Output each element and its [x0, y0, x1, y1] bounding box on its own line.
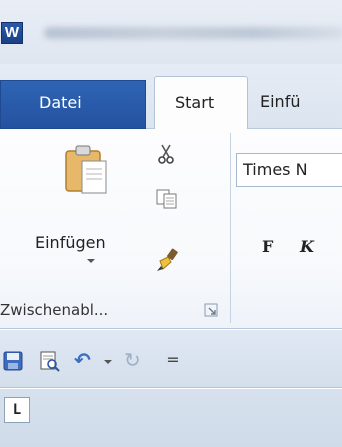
ribbon-tab-row: Datei Start Einfü: [0, 64, 342, 130]
tab-file-label: Datei: [39, 93, 82, 112]
redo-icon[interactable]: ↻: [124, 350, 146, 372]
undo-dropdown-icon[interactable]: [104, 360, 112, 364]
quick-access-toolbar: ↶ ↻ =: [0, 330, 342, 388]
tab-start[interactable]: Start: [154, 76, 248, 130]
clipboard-group-label: Zwischenabl...: [0, 301, 109, 319]
font-name-combobox[interactable]: Times N: [236, 153, 342, 187]
tab-start-label: Start: [175, 93, 215, 112]
ribbon-home: Einfügen Times N F K Zwischenabl...: [0, 129, 342, 329]
cut-icon[interactable]: [156, 143, 176, 165]
undo-icon[interactable]: ↶: [74, 350, 96, 372]
word-app-icon[interactable]: W: [1, 22, 23, 44]
tab-file[interactable]: Datei: [0, 80, 146, 129]
paste-dropdown-icon[interactable]: [87, 259, 95, 263]
tab-insert[interactable]: Einfü: [260, 92, 300, 111]
copy-icon[interactable]: [156, 189, 178, 209]
paste-icon[interactable]: [64, 143, 108, 195]
dialog-launcher-icon[interactable]: [204, 303, 218, 317]
title-bar: W: [0, 0, 342, 64]
customize-toolbar-icon[interactable]: =: [162, 350, 184, 372]
paste-button-label[interactable]: Einfügen: [35, 233, 106, 252]
ruler-area: L: [0, 389, 342, 447]
italic-button[interactable]: K: [300, 237, 314, 256]
bold-button[interactable]: F: [262, 237, 273, 256]
format-painter-icon[interactable]: [154, 247, 180, 273]
blurred-window-title: [44, 27, 342, 39]
font-name-value: Times N: [243, 160, 308, 179]
group-divider: [230, 133, 231, 323]
save-icon[interactable]: [2, 350, 24, 372]
print-preview-icon[interactable]: [38, 350, 60, 372]
tab-stop-selector[interactable]: L: [4, 397, 30, 423]
